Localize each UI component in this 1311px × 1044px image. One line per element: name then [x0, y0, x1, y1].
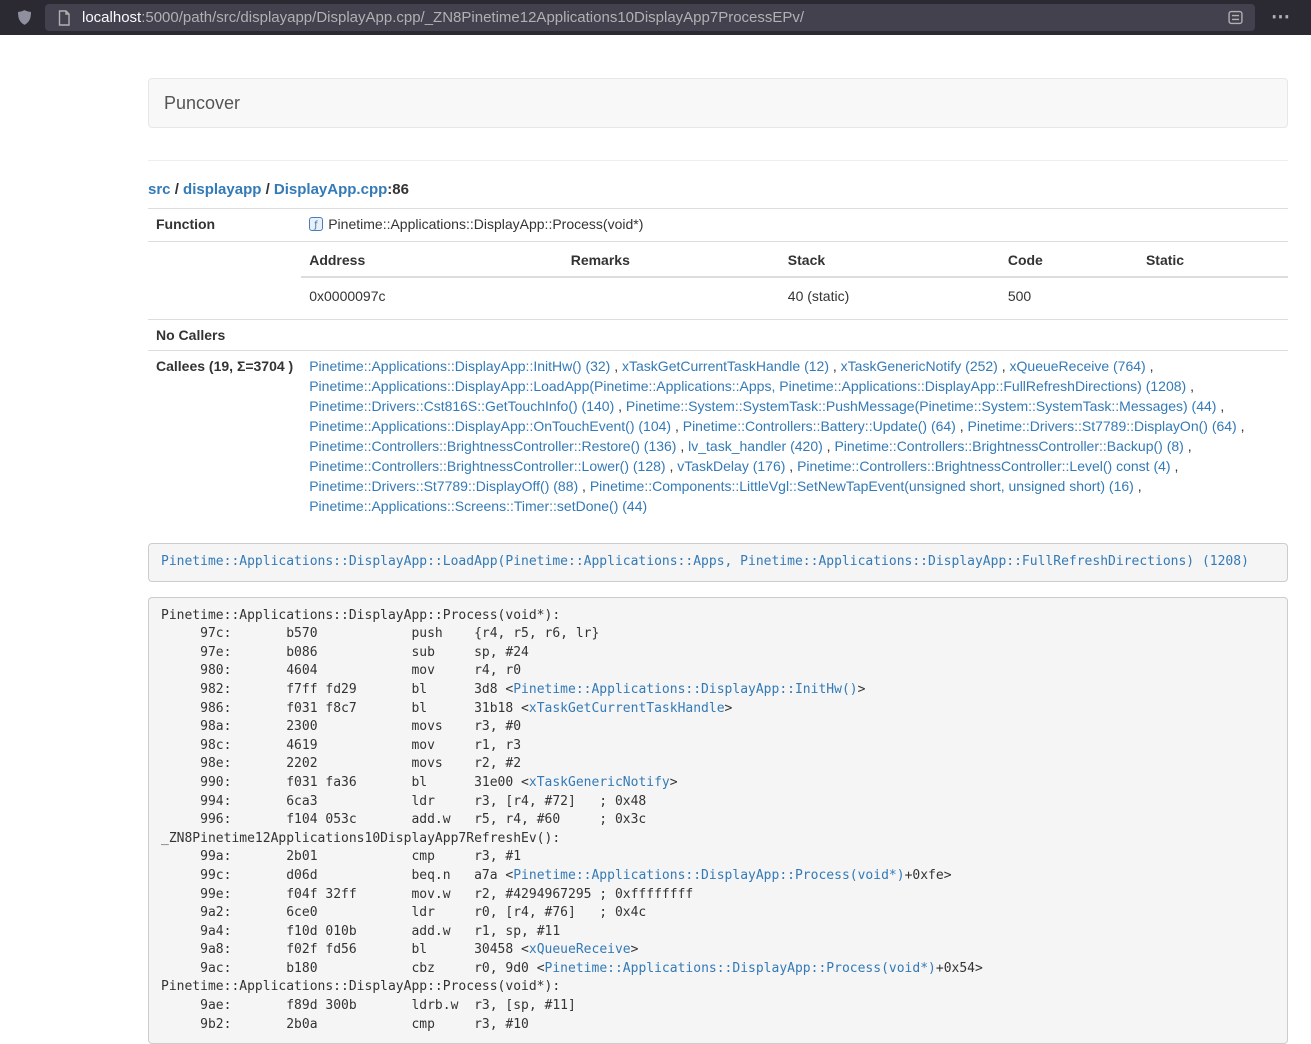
stats-row-label: [148, 242, 301, 320]
shield-icon[interactable]: [12, 9, 37, 26]
browser-toolbar: localhost:5000/path/src/displayapp/Displ…: [0, 0, 1311, 35]
breadcrumb: src / displayapp / DisplayApp.cpp:86: [148, 181, 1288, 198]
function-name-cell: ƒ Pinetime::Applications::DisplayApp::Pr…: [301, 209, 1288, 242]
callee-link[interactable]: Pinetime::System::SystemTask::PushMessag…: [626, 398, 1217, 414]
column-header-remarks: Remarks: [563, 247, 780, 277]
function-name: Pinetime::Applications::DisplayApp::Proc…: [328, 216, 643, 232]
url-text: localhost:5000/path/src/displayapp/Displ…: [82, 9, 1224, 26]
disassembly-symbol-link[interactable]: Pinetime::Applications::DisplayApp::Proc…: [513, 868, 904, 883]
column-header-address: Address: [301, 247, 562, 277]
callee-link[interactable]: Pinetime::Applications::DisplayApp::OnTo…: [309, 418, 671, 434]
reader-view-icon-glyph: [1228, 10, 1243, 25]
disassembly-symbol-link[interactable]: xQueueReceive: [529, 942, 631, 957]
divider: [148, 160, 1288, 161]
callee-link[interactable]: Pinetime::Applications::DisplayApp::Init…: [309, 358, 610, 374]
disassembly-symbol-link[interactable]: Pinetime::Applications::DisplayApp::Proc…: [545, 961, 936, 976]
callee-link[interactable]: Pinetime::Controllers::BrightnessControl…: [797, 458, 1170, 474]
disassembly-symbol-link[interactable]: xTaskGetCurrentTaskHandle: [529, 701, 725, 716]
breadcrumb-line-number: :86: [387, 181, 409, 198]
url-path: :5000/path/src/displayapp/DisplayApp.cpp…: [141, 9, 804, 26]
callee-link[interactable]: Pinetime::Applications::Screens::Timer::…: [309, 498, 647, 514]
url-bar[interactable]: localhost:5000/path/src/displayapp/Displ…: [45, 4, 1255, 31]
callee-link[interactable]: lv_task_handler (420): [688, 438, 823, 454]
reader-view-icon[interactable]: [1224, 10, 1247, 25]
snippet-link[interactable]: Pinetime::Applications::DisplayApp::Load…: [161, 554, 1249, 569]
menu-icon[interactable]: ⋯: [1263, 8, 1299, 27]
callee-link[interactable]: Pinetime::Controllers::BrightnessControl…: [309, 458, 665, 474]
app-navbar: Puncover: [148, 78, 1288, 128]
page-container: Puncover src / displayapp / DisplayApp.c…: [148, 35, 1288, 1044]
stats-row: Address Remarks Stack Code Static 0x0000…: [148, 242, 1288, 320]
callees-list: Pinetime::Applications::DisplayApp::Init…: [301, 351, 1288, 522]
callee-link[interactable]: xQueueReceive (764): [1010, 358, 1146, 374]
url-host: localhost: [82, 9, 141, 26]
disassembly-symbol-link[interactable]: xTaskGenericNotify: [529, 775, 670, 790]
function-row-label: Function: [148, 209, 301, 242]
callee-link[interactable]: Pinetime::Controllers::BrightnessControl…: [834, 438, 1183, 454]
column-header-static: Static: [1138, 247, 1288, 277]
code-value: 500: [1000, 277, 1138, 314]
callee-link[interactable]: Pinetime::Applications::DisplayApp::Load…: [309, 378, 1186, 394]
breadcrumb-separator: /: [261, 181, 274, 198]
callee-link[interactable]: Pinetime::Controllers::BrightnessControl…: [309, 438, 676, 454]
breadcrumb-link-file[interactable]: DisplayApp.cpp: [274, 181, 387, 198]
callee-link[interactable]: Pinetime::Components::LittleVgl::SetNewT…: [590, 478, 1134, 494]
static-value: [1138, 277, 1288, 314]
callees-row: Callees (19, Σ=3704 ) Pinetime::Applicat…: [148, 351, 1288, 522]
function-type-icon: ƒ: [309, 216, 323, 236]
function-row: Function ƒ Pinetime::Applications::Displ…: [148, 209, 1288, 242]
breadcrumb-link-displayapp[interactable]: displayapp: [183, 181, 261, 198]
stack-value: 40 (static): [780, 277, 1000, 314]
callee-link[interactable]: Pinetime::Drivers::St7789::DisplayOn() (…: [968, 418, 1237, 434]
callers-cell: [301, 320, 1288, 351]
stats-header-row: Address Remarks Stack Code Static: [301, 247, 1288, 277]
callee-link[interactable]: Pinetime::Controllers::Battery::Update()…: [683, 418, 956, 434]
column-header-stack: Stack: [780, 247, 1000, 277]
disassembly-symbol-link[interactable]: Pinetime::Applications::DisplayApp::Init…: [513, 682, 857, 697]
symbol-table: Function ƒ Pinetime::Applications::Displ…: [148, 208, 1288, 521]
callers-row: No Callers: [148, 320, 1288, 351]
shield-icon-glyph: [16, 9, 33, 26]
stats-table: Address Remarks Stack Code Static 0x0000…: [301, 247, 1288, 314]
remarks-value: [563, 277, 780, 314]
brand-link[interactable]: Puncover: [164, 93, 240, 114]
callee-link[interactable]: Pinetime::Drivers::Cst816S::GetTouchInfo…: [309, 398, 614, 414]
callee-link[interactable]: vTaskDelay (176): [677, 458, 785, 474]
callee-link[interactable]: Pinetime::Drivers::St7789::DisplayOff() …: [309, 478, 578, 494]
address-value: 0x0000097c: [301, 277, 562, 314]
column-header-code: Code: [1000, 247, 1138, 277]
page-icon[interactable]: [53, 10, 75, 26]
callee-link[interactable]: xTaskGenericNotify (252): [841, 358, 998, 374]
callee-link[interactable]: xTaskGetCurrentTaskHandle (12): [622, 358, 829, 374]
page-icon-glyph: [57, 10, 71, 26]
callees-label: Callees (19, Σ=3704 ): [148, 351, 301, 522]
breadcrumb-link-src[interactable]: src: [148, 181, 171, 198]
breadcrumb-separator: /: [171, 181, 184, 198]
no-callers-label: No Callers: [148, 320, 301, 351]
stats-cell: Address Remarks Stack Code Static 0x0000…: [301, 242, 1288, 320]
stats-value-row: 0x0000097c 40 (static) 500: [301, 277, 1288, 314]
disassembly-code: Pinetime::Applications::DisplayApp::Proc…: [148, 597, 1288, 1044]
snippet-box: Pinetime::Applications::DisplayApp::Load…: [148, 543, 1288, 582]
